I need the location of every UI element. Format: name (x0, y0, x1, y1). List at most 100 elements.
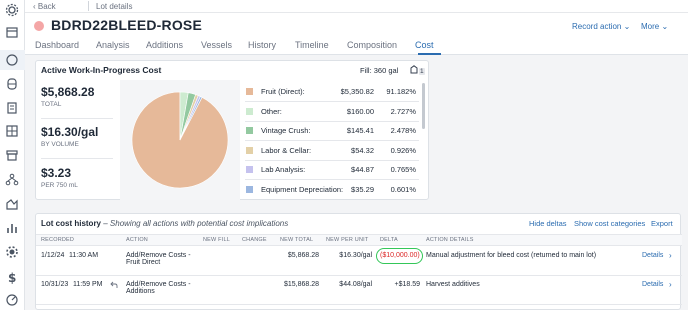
legend-row[interactable]: Fruit (Direct): $5,350.82 91.182% (241, 83, 419, 102)
more-label: More (641, 22, 660, 31)
vessel-count-badge[interactable]: 1 (410, 65, 426, 75)
chevron-down-icon: ⌄ (661, 22, 669, 31)
legend-percent: 0.765% (390, 165, 416, 174)
row-delta: ($10,000.00) (380, 252, 420, 259)
history-row[interactable]: 1/12/24 11:30 AM Add/Remove Costs - Fruit… (36, 247, 682, 276)
bar-chart-icon[interactable] (5, 221, 19, 235)
legend-row[interactable]: Lab Analysis: $44.87 0.765% (241, 161, 419, 180)
tab-dashboard[interactable]: Dashboard (35, 40, 79, 50)
legend-percent: 2.478% (390, 126, 416, 135)
badge-count: 1 (419, 68, 425, 75)
tab-composition[interactable]: Composition (347, 40, 397, 50)
circle-icon[interactable] (5, 53, 19, 67)
fill-value: 360 gal (373, 66, 399, 75)
active-tab-indicator (418, 53, 441, 55)
hide-deltas-link[interactable]: Hide deltas (529, 219, 567, 228)
row-details: Harvest additives (426, 281, 480, 288)
legend-label: Other: (261, 106, 282, 116)
col-change: CHANGE (242, 237, 267, 243)
row-action-line1: Add/Remove Costs - (126, 252, 191, 259)
history-row[interactable]: 10/31/23 11:59 PM Add/Remove Costs - Addi… (36, 276, 682, 305)
back-link[interactable]: ‹ Back (33, 2, 56, 11)
legend-percent: 0.926% (390, 145, 416, 155)
record-action-button[interactable]: Record action ⌄ (572, 22, 630, 31)
legend-label: Lab Analysis: (261, 165, 306, 174)
legend-row[interactable]: Other: $160.00 2.727% (241, 103, 419, 122)
lot-color-dot (34, 21, 44, 31)
divider (41, 158, 113, 159)
stat-total-label: TOTAL (41, 101, 62, 108)
tab-history[interactable]: History (248, 40, 276, 50)
top-bar: ‹ Back Lot details (25, 0, 688, 13)
back-label: Back (37, 2, 56, 11)
history-title-text: Lot cost history (41, 219, 102, 228)
legend-swatch (246, 127, 253, 134)
breadcrumb-separator (88, 1, 89, 11)
details-link[interactable]: Details (642, 252, 663, 259)
stat-per-bottle: $3.23 PER 750 mL (41, 166, 113, 189)
legend-label: Equipment Depreciation: (261, 184, 344, 194)
calendar-icon[interactable] (5, 25, 19, 39)
archive-icon[interactable] (5, 148, 19, 162)
tab-vessels[interactable]: Vessels (201, 40, 232, 50)
cost-legend: Fruit (Direct): $5,350.82 91.182% Other: $16… (241, 80, 427, 198)
page-title: BDRD22BLEED-ROSE (51, 17, 202, 33)
tab-cost[interactable]: Cost (415, 40, 434, 50)
clipboard-icon[interactable] (5, 101, 19, 115)
row-action: Add/Remove Costs - Fruit Direct (126, 252, 191, 266)
pie-chart-area (120, 80, 240, 200)
legend-row[interactable]: Labor & Cellar: $54.32 0.926% (241, 142, 419, 161)
more-button[interactable]: More ⌄ (641, 22, 668, 31)
legend-amount: $160.00 (346, 106, 374, 116)
col-new-total: NEW TOTAL (280, 237, 314, 243)
row-action-line2: Fruit Direct (126, 259, 161, 266)
details-link[interactable]: Details (642, 281, 663, 288)
cog-icon[interactable] (5, 245, 19, 259)
network-icon[interactable] (5, 173, 19, 187)
dollar-icon[interactable]: $ (5, 270, 19, 284)
barrel-icon[interactable] (5, 77, 19, 91)
chart-area-icon[interactable] (5, 197, 19, 211)
col-new-fill: NEW FILL (203, 237, 230, 243)
legend-row[interactable]: Equipment Depreciation: $35.29 0.601% (241, 181, 419, 199)
legend-percent: 0.601% (390, 184, 416, 194)
stat-bottle-value: $3.23 (41, 166, 72, 180)
legend-swatch (246, 88, 253, 95)
legend-label: Fruit (Direct): (261, 87, 305, 96)
settings-icon[interactable] (5, 3, 19, 17)
legend-label: Vintage Crush: (261, 126, 311, 135)
undo-icon[interactable] (110, 281, 118, 289)
legend-swatch (246, 146, 253, 154)
row-action-line2: Additions (126, 288, 155, 295)
legend-swatch (246, 185, 253, 193)
vessel-icon (410, 65, 418, 74)
divider (41, 118, 113, 119)
chevron-right-icon[interactable]: › (669, 251, 672, 260)
stat-total-value: $5,868.28 (41, 85, 95, 99)
col-action-details: ACTION DETAILS (426, 237, 474, 243)
legend-row[interactable]: Vintage Crush: $145.41 2.478% (241, 122, 419, 141)
col-action: ACTION (126, 237, 148, 243)
row-date: 1/12/24 (41, 252, 65, 259)
gauge-icon[interactable] (5, 293, 19, 307)
row-new-total: $5,868.28 (287, 252, 319, 259)
legend-scrollbar[interactable] (422, 83, 425, 129)
left-nav-rail: $ (0, 0, 25, 310)
legend-amount: $145.41 (346, 126, 374, 135)
chevron-down-icon: ⌄ (623, 22, 631, 31)
show-cost-categories-link[interactable]: Show cost categories (574, 219, 645, 228)
chevron-right-icon[interactable]: › (669, 280, 672, 289)
grid-icon[interactable] (5, 124, 19, 138)
row-action: Add/Remove Costs - Additions (126, 281, 191, 295)
export-link[interactable]: Export (651, 219, 673, 228)
lot-cost-history-panel: Lot cost history – Showing all actions w… (35, 213, 682, 310)
lot-header: BDRD22BLEED-ROSE Record action ⌄ More ⌄ … (25, 13, 688, 55)
tab-analysis[interactable]: Analysis (96, 40, 130, 50)
svg-text:$: $ (8, 271, 16, 284)
row-delta: +$18.59 (394, 281, 421, 288)
tab-timeline[interactable]: Timeline (295, 40, 329, 50)
stat-volume-value: $16.30/gal (41, 125, 99, 139)
tab-additions[interactable]: Additions (146, 40, 183, 50)
cost-pie-chart (131, 91, 229, 189)
col-delta: DELTA (380, 237, 398, 243)
